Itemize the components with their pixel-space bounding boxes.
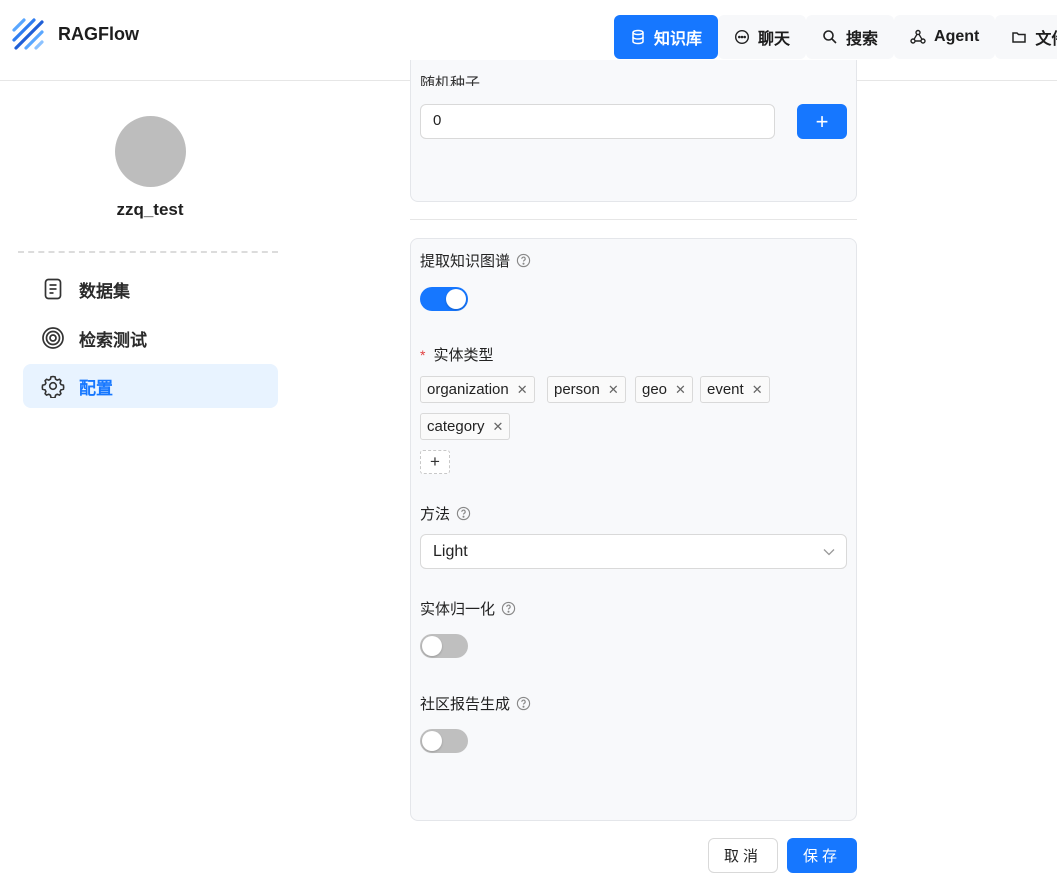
chevron-down-icon	[823, 549, 835, 556]
cancel-button[interactable]: 取消	[708, 838, 778, 873]
help-icon[interactable]	[516, 696, 531, 711]
sidebar-item-label: 检索测试	[79, 330, 147, 350]
save-button[interactable]: 保存	[787, 838, 857, 873]
community-label: 社区报告生成	[420, 696, 511, 713]
seed-label: 随机种子	[420, 75, 481, 86]
ragflow-logo-icon[interactable]	[10, 16, 46, 52]
sidebar-item-label: 配置	[79, 378, 113, 398]
tag-label: person	[554, 381, 600, 398]
required-mark: *	[420, 346, 426, 363]
help-icon[interactable]	[456, 506, 471, 521]
community-toggle[interactable]	[420, 729, 468, 753]
document-icon	[44, 278, 62, 300]
entity-types-label-row: * 实体类型	[420, 344, 493, 365]
close-icon[interactable]: ✕	[493, 419, 504, 435]
sidebar: zzq_test 数据集 检索测试 配置	[0, 81, 300, 891]
agent-icon	[910, 29, 926, 44]
tag-label: category	[427, 418, 485, 435]
section-divider	[410, 219, 857, 220]
entity-resolution-label: 实体归一化	[420, 601, 496, 618]
toggle-knob	[422, 731, 442, 751]
top-nav: 知识库 聊天 搜索 Agent 文件	[614, 15, 1057, 59]
entity-tag: organization ✕	[420, 376, 535, 403]
entity-resolution-toggle[interactable]	[420, 634, 468, 658]
close-icon[interactable]: ✕	[675, 382, 686, 398]
app-name: RAGFlow	[58, 24, 139, 44]
help-icon[interactable]	[501, 601, 516, 616]
nav-label: 搜索	[846, 31, 879, 48]
entity-resolution-label-row: 实体归一化	[420, 598, 516, 619]
nav-label: 文件	[1035, 31, 1057, 48]
add-entity-type-button[interactable]: +	[420, 450, 450, 474]
chat-icon	[735, 29, 750, 45]
target-icon	[42, 327, 64, 349]
graph-label-row: 提取知识图谱	[420, 250, 531, 271]
method-label-row: 方法	[420, 503, 471, 524]
sidebar-item-config[interactable]: 配置	[23, 364, 278, 408]
sidebar-item-retrieval-test[interactable]: 检索测试	[23, 316, 278, 360]
help-icon[interactable]	[516, 253, 531, 268]
graph-toggle[interactable]	[420, 287, 468, 311]
nav-label: Agent	[934, 28, 980, 45]
sidebar-item-dataset[interactable]: 数据集	[23, 267, 278, 311]
knowledge-graph-panel	[410, 238, 857, 821]
tag-label: event	[707, 381, 744, 398]
tag-label: geo	[642, 381, 668, 398]
toggle-knob	[446, 289, 466, 309]
entity-tag: geo ✕	[635, 376, 693, 403]
nav-label: 聊天	[758, 31, 791, 48]
nav-label: 知识库	[654, 31, 703, 48]
nav-knowledge-base[interactable]: 知识库	[614, 15, 719, 59]
nav-agent[interactable]: Agent	[894, 15, 996, 59]
nav-search[interactable]: 搜索	[806, 15, 895, 59]
entity-tag: event ✕	[700, 376, 770, 403]
close-icon[interactable]: ✕	[608, 382, 619, 398]
gear-icon	[41, 375, 65, 398]
entity-tag: person ✕	[547, 376, 626, 403]
nav-files[interactable]: 文件	[995, 15, 1057, 59]
entity-types-label: 实体类型	[433, 347, 494, 364]
community-label-row: 社区报告生成	[420, 693, 531, 714]
add-seed-button[interactable]: +	[797, 104, 847, 139]
avatar[interactable]	[115, 116, 186, 187]
entity-tag: category ✕	[420, 413, 511, 440]
sidebar-divider	[18, 251, 278, 253]
method-label: 方法	[420, 506, 451, 523]
close-icon[interactable]: ✕	[752, 382, 763, 398]
nav-chat[interactable]: 聊天	[718, 15, 807, 59]
search-icon	[823, 30, 837, 44]
tag-label: organization	[427, 381, 509, 398]
method-select[interactable]: Light	[420, 534, 847, 569]
seed-input[interactable]: 0	[420, 104, 775, 139]
username: zzq_test	[116, 200, 184, 219]
method-value: Light	[433, 543, 468, 560]
database-icon	[632, 29, 644, 45]
sidebar-item-label: 数据集	[79, 281, 130, 301]
close-icon[interactable]: ✕	[517, 382, 528, 398]
toggle-knob	[422, 636, 442, 656]
graph-label: 提取知识图谱	[420, 253, 511, 270]
folder-icon	[1012, 32, 1027, 43]
